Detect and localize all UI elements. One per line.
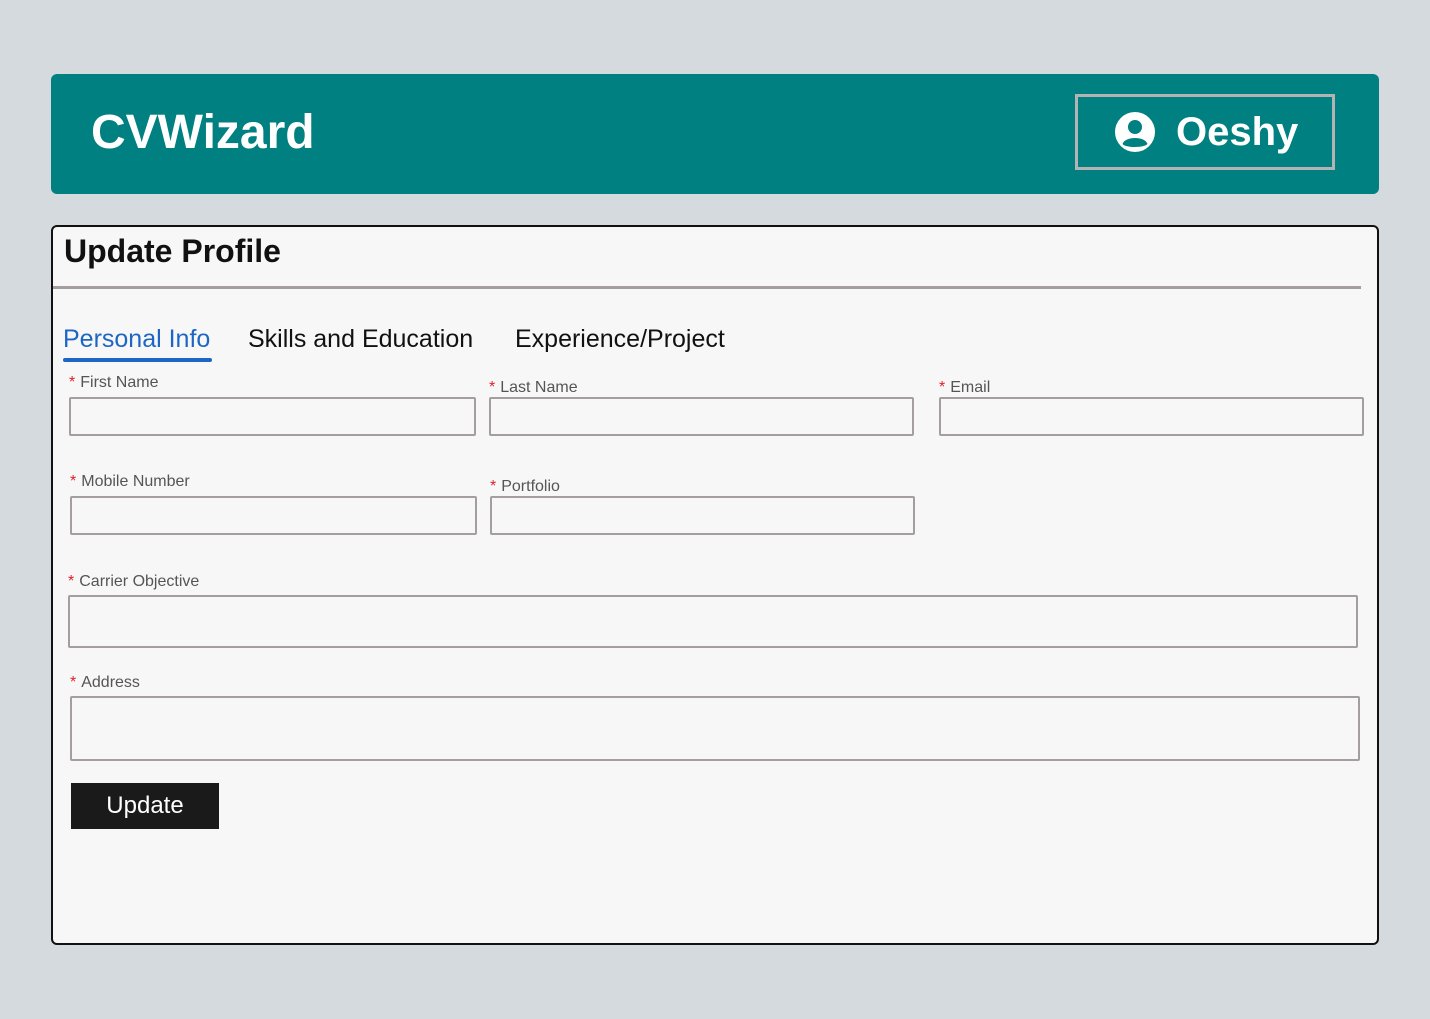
title-divider: [53, 286, 1361, 289]
user-name: Oeshy: [1176, 110, 1299, 154]
tab-skills-and-education[interactable]: Skills and Education: [248, 323, 473, 355]
portfolio-label: * Portfolio: [490, 478, 560, 495]
first-name-label: * First Name: [69, 374, 159, 391]
last-name-label: * Last Name: [489, 379, 578, 396]
last-name-input[interactable]: [489, 397, 914, 436]
mobile-number-input[interactable]: [70, 496, 477, 535]
email-label: * Email: [939, 379, 991, 396]
required-marker: *: [70, 674, 77, 691]
tab-experience-project[interactable]: Experience/Project: [515, 323, 725, 355]
required-marker: *: [490, 478, 497, 495]
required-marker: *: [70, 473, 77, 490]
email-input[interactable]: [939, 397, 1364, 436]
brand-logo[interactable]: CVWizard: [91, 104, 315, 162]
user-profile-button[interactable]: Oeshy: [1075, 94, 1335, 170]
user-circle-icon: [1114, 111, 1156, 153]
update-profile-card: Update Profile Personal Info Skills and …: [51, 225, 1379, 945]
carrier-objective-input[interactable]: [68, 595, 1358, 648]
first-name-input[interactable]: [69, 397, 476, 436]
tab-personal-info[interactable]: Personal Info: [63, 323, 210, 355]
app-header: CVWizard Oeshy: [51, 74, 1379, 194]
required-marker: *: [68, 573, 75, 590]
carrier-objective-label: * Carrier Objective: [68, 573, 200, 590]
portfolio-input[interactable]: [490, 496, 915, 535]
required-marker: *: [489, 379, 496, 396]
required-marker: *: [69, 374, 76, 391]
page-title: Update Profile: [64, 233, 281, 269]
address-label: * Address: [70, 674, 140, 691]
active-tab-indicator: [63, 358, 212, 362]
update-button[interactable]: Update: [71, 783, 219, 829]
mobile-number-label: * Mobile Number: [70, 473, 190, 490]
address-input[interactable]: [70, 696, 1360, 761]
required-marker: *: [939, 379, 946, 396]
